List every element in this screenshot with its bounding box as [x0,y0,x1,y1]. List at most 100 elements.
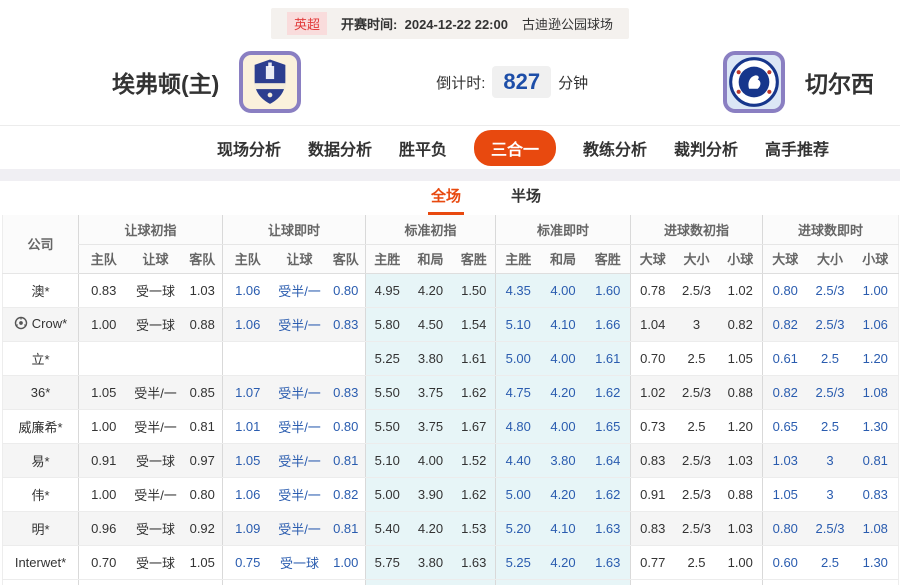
odds-cell: 1.62 [452,477,496,512]
nav-tab[interactable]: 胜平负 [399,136,447,160]
odds-cell: 2.5/3 [807,511,853,546]
odds-cell: 5.50 [365,375,409,410]
odds-cell: 3.80 [540,443,586,478]
odds-cell: 2.5 [674,341,719,376]
odds-cell: 0.80 [326,409,366,444]
odds-cell: 受一球 [128,511,183,546]
odds-cell: 3.75 [408,409,453,444]
company-cell[interactable]: Interwet* [2,545,79,580]
company-cell[interactable]: 立* [2,341,79,376]
venue: 古迪逊公园球场 [521,17,613,32]
odds-cell: 4.40 [495,443,541,478]
odds-cell: 0.80 [182,477,223,512]
company-cell[interactable]: 澳* [2,273,79,308]
odds-cell [78,341,129,376]
countdown-label: 倒计时: [436,74,486,92]
company-cell[interactable]: 威廉希* [2,409,79,444]
odds-cell: 5.00 [495,477,541,512]
odds-cell: 2.5/3 [807,307,853,342]
odds-cell: 1.63 [585,511,631,546]
odds-cell: 0.85 [182,375,223,410]
nav-tab[interactable]: 数据分析 [308,136,372,160]
odds-cell: 受一球 [128,545,183,580]
odds-cell: 3 [807,443,853,478]
nav-tab[interactable]: 教练分析 [583,136,647,160]
odds-cell: 1.52 [452,443,496,478]
analysis-nav: 现场分析 数据分析 胜平负 三合一 教练分析 裁判分析 高手推荐 [0,125,900,169]
odds-cell: 1.08 [852,511,899,546]
odds-cell: 1.09 [222,511,273,546]
table-row: Interwet* 0.70 受一球 1.05 0.75 受一球 1.00 5.75 3.80 1… [2,545,899,580]
odds-cell: 4.50 [408,307,453,342]
odds-cell: 0.81 [326,511,366,546]
period-tab[interactable]: 全场 [427,185,464,215]
subcol-header: 小球 [852,244,899,274]
odds-cell [272,341,327,376]
odds-cell: 4.80 [495,409,541,444]
odds-cell: 1.00 [78,307,129,342]
league-badge[interactable]: 英超 [287,12,328,35]
odds-cell: 1.66 [585,307,631,342]
odds-cell: 5.20 [495,511,541,546]
odds-cell: 1.06 [222,477,273,512]
company-name: 澳* [31,283,50,299]
odds-cell: 2.5/3 [674,375,719,410]
odds-cell: 1.62 [452,375,496,410]
odds-cell: 3.90 [408,477,453,512]
company-cell[interactable]: 明* [2,511,79,546]
odds-cell: 4.00 [540,409,586,444]
odds-cell: 5.50 [365,409,409,444]
group-header-standard-initial: 标准初指 [365,215,496,245]
kickoff-time: 开赛时间: 2024-12-22 22:00 [341,14,508,33]
subcol-header: 主胜 [365,244,409,274]
company-cell[interactable]: Crow* [2,307,79,342]
odds-cell: 受半/一 [272,409,327,444]
subcol-header: 和局 [408,244,453,274]
company-cell[interactable]: 伟* [2,477,79,512]
odds-cell: 4.20 [408,273,453,308]
odds-cell: 1.20 [852,341,899,376]
odds-cell: 1.02 [630,375,675,410]
odds-cell: 1.03 [718,511,763,546]
table-row-partial [3,579,899,585]
nav-tab[interactable]: 高手推荐 [765,136,829,160]
subcol-header: 让球 [128,244,183,274]
odds-cell: 4.95 [365,273,409,308]
divider-strip [0,169,900,181]
odds-cell: 受半/一 [272,307,327,342]
odds-cell: 2.5/3 [674,443,719,478]
subcol-header: 让球 [272,244,327,274]
odds-cell: 2.5/3 [674,477,719,512]
away-team-name: 切尔西 [804,71,874,97]
subcol-header: 大球 [762,244,808,274]
period-tab[interactable]: 半场 [508,185,544,215]
odds-cell: 0.83 [630,511,675,546]
odds-cell: 3 [674,307,719,342]
company-cell[interactable]: 36* [2,375,79,410]
odds-cell: 5.00 [495,341,541,376]
odds-cell: 0.83 [852,477,899,512]
subcol-header: 客胜 [452,244,496,274]
table-row: Crow* 1.00 受一球 0.88 1.06 受半/一 0.83 5.80 4.50 1.54… [2,307,899,342]
odds-cell: 1.64 [585,443,631,478]
table-row: 伟* 1.00 受半/一 0.80 1.06 受半/一 0.82 5.00 3.90 1.62 5.… [2,477,899,512]
table-row: 立* 5.25 3.80 1.61 5.00 4.00 1.61 0.70 2.5 1.05 0.6… [2,341,899,376]
nav-tab[interactable]: 三合一 [473,130,556,166]
odds-cell: 3.75 [408,375,453,410]
subcol-header: 大小 [674,244,719,274]
countdown-unit: 分钟 [558,74,589,92]
odds-cell: 1.62 [585,375,631,410]
away-team: 切尔西 [722,51,874,113]
company-cell[interactable]: 易* [2,443,79,478]
nav-tab[interactable]: 现场分析 [217,136,281,160]
nav-tab[interactable]: 裁判分析 [674,136,738,160]
odds-cell: 0.80 [762,273,808,308]
odds-cell: 1.05 [78,375,129,410]
subcol-header: 客队 [182,244,223,274]
odds-cell: 1.05 [718,341,763,376]
odds-cell: 1.62 [585,477,631,512]
match-info-bar: 英超 开赛时间: 2024-12-22 22:00 古迪逊公园球场 [0,0,900,39]
odds-cell: 1.01 [222,409,273,444]
odds-cell: 0.82 [762,375,808,410]
odds-cell: 0.88 [182,307,223,342]
